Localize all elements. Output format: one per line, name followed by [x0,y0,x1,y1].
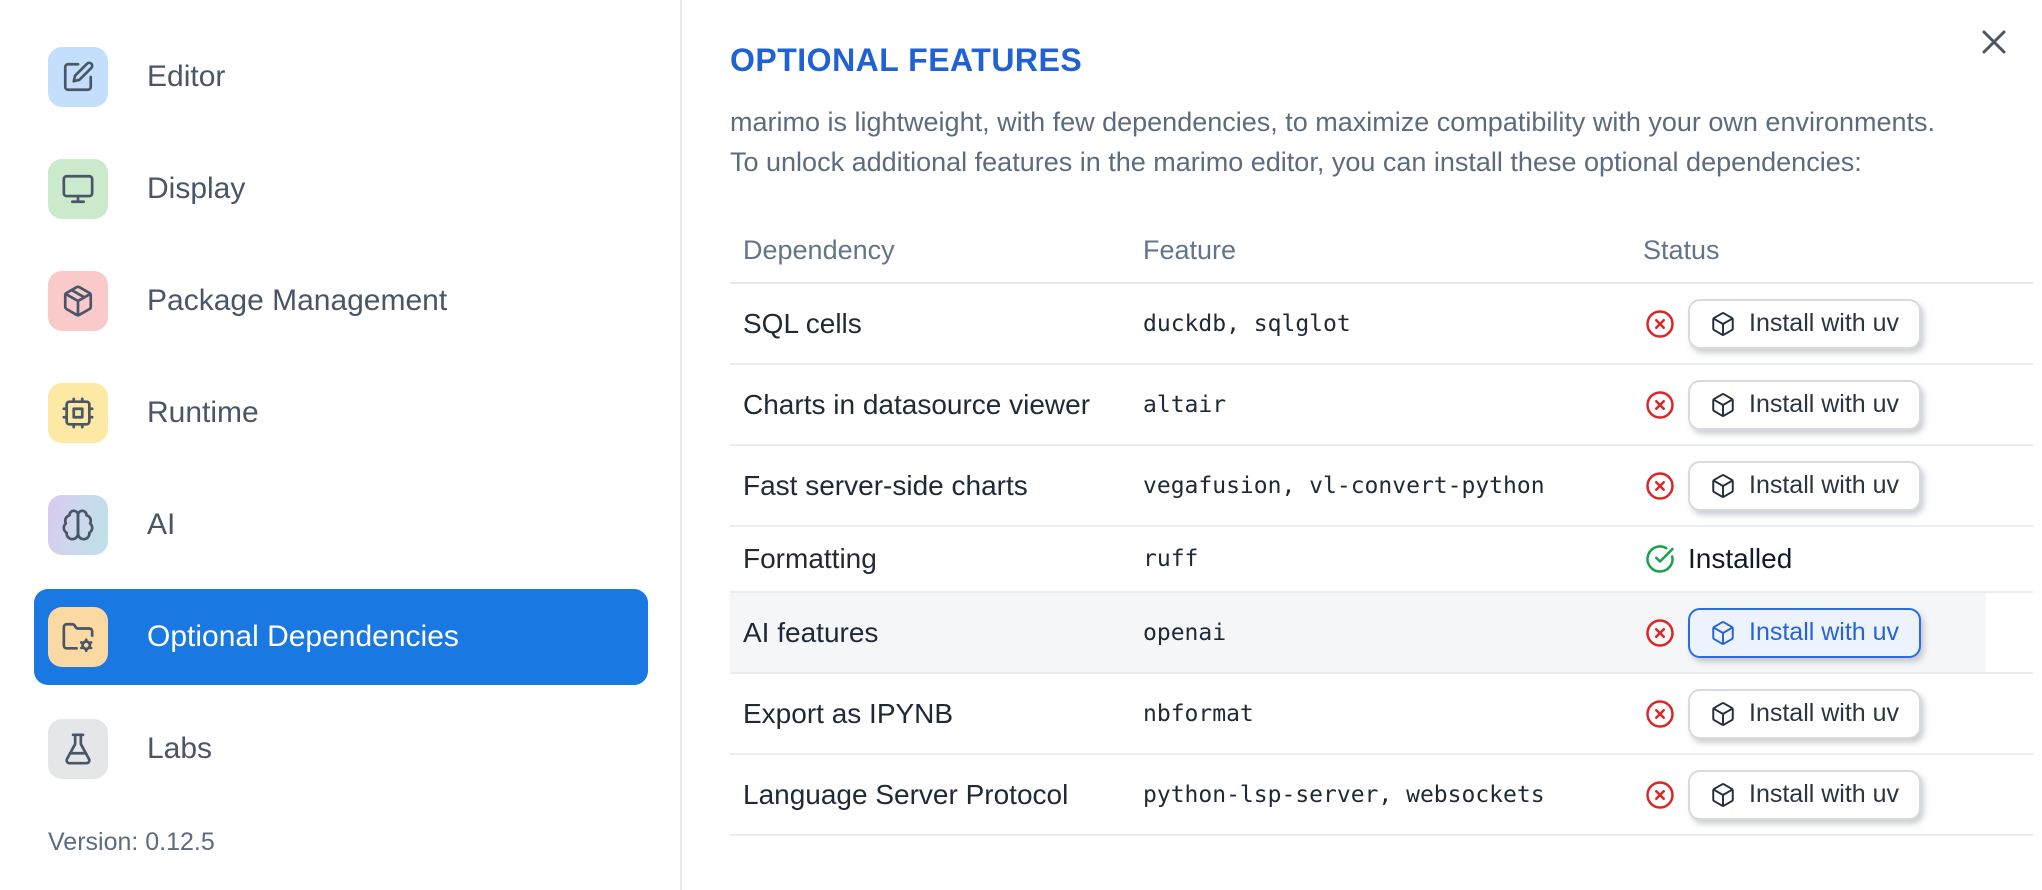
flask-icon [65,733,91,765]
sidebar-item-editor[interactable]: Editor [34,29,648,125]
sidebar-item-label: Package Management [147,284,448,317]
sidebar-item-labs[interactable]: Labs [34,701,648,797]
install-button-label: Install with uv [1749,699,1900,727]
sidebar-item-package-management[interactable]: Package Management [34,253,648,349]
panel-description: marimo is lightweight, with few dependen… [730,102,2042,182]
dependency-name: Fast server-side charts [743,469,1028,501]
install-button-label: Install with uv [1749,309,1900,337]
installed-check-icon [1645,544,1675,574]
settings-dialog: Editor Display Package Management Runtim… [0,0,2042,890]
close-button[interactable] [1972,20,2016,64]
editor-tile [48,47,108,107]
install-with-uv-button[interactable]: Install with uv [1688,298,1922,349]
ai-tile [48,495,108,555]
install-button-label: Install with uv [1749,780,1900,808]
package-icon [1712,782,1734,807]
column-header-dependency: Dependency [743,234,895,265]
package-icon [1712,620,1734,645]
status-cell: Install with uv [1630,460,2033,511]
monitor-icon [62,174,94,204]
sidebar-item-label: Runtime [147,396,259,429]
column-header-feature: Feature [1143,234,1237,265]
version-label: Version: 0.12.5 [48,828,215,856]
status-cell: Install with uv [1630,688,2033,739]
dependency-name: Export as IPYNB [743,697,954,729]
optional-dependencies-tile [48,607,108,667]
status-cell: Install with uv [1630,769,2033,820]
sidebar-item-label: Optional Dependencies [147,620,459,653]
not-installed-icon [1645,390,1675,420]
status-cell: Installed [1630,543,2033,575]
table-row: Charts in datasource viewer altair Insta… [730,365,2033,446]
package-tile [48,271,108,331]
install-with-uv-button[interactable]: Install with uv [1688,379,1922,430]
package-icon [1712,392,1734,417]
sidebar-item-label: AI [147,508,176,541]
not-installed-icon [1645,309,1675,339]
sidebar-item-optional-dependencies[interactable]: Optional Dependencies [34,589,648,685]
not-installed-icon [1645,618,1675,648]
description-line-2: To unlock additional features in the mar… [730,147,1862,177]
folder-cog-icon [62,622,94,653]
close-icon [1982,30,2006,54]
edit-icon [63,61,94,92]
settings-sidebar: Editor Display Package Management Runtim… [0,0,682,890]
table-header: Dependency Feature Status [730,218,2033,284]
feature-packages: python-lsp-server, websockets [1143,781,1545,808]
feature-packages: openai [1143,619,1227,646]
feature-packages: ruff [1143,546,1199,572]
install-with-uv-button-focused[interactable]: Install with uv [1688,607,1922,658]
install-button-label: Install with uv [1749,390,1900,418]
dependencies-table: Dependency Feature Status SQL cells duck… [730,218,2033,836]
install-with-uv-button[interactable]: Install with uv [1688,769,1922,820]
sidebar-item-display[interactable]: Display [34,141,648,237]
page-title: OPTIONAL FEATURES [730,42,1083,78]
not-installed-icon [1645,471,1675,501]
labs-tile [48,719,108,779]
feature-packages: altair [1143,391,1227,418]
status-cell: Install with uv [1630,379,2033,430]
sidebar-item-label: Display [147,172,246,205]
table-row: Export as IPYNB nbformat Install with uv [730,674,2033,755]
dependency-name: SQL cells [743,307,862,339]
package-icon [1712,701,1734,726]
installed-status-label: Installed [1688,543,1793,574]
install-with-uv-button[interactable]: Install with uv [1688,460,1922,511]
package-icon [1712,311,1734,336]
install-button-label: Install with uv [1749,618,1900,646]
not-installed-icon [1645,699,1675,729]
optional-features-panel: OPTIONAL FEATURES marimo is lightweight,… [682,0,2042,890]
runtime-tile [48,383,108,443]
install-with-uv-button[interactable]: Install with uv [1688,688,1922,739]
dependency-name: Formatting [743,543,877,574]
sidebar-item-runtime[interactable]: Runtime [34,365,648,461]
package-icon [1712,473,1734,498]
status-cell: Install with uv [1630,607,2033,658]
table-row: Formatting ruff Installed [730,527,2033,593]
display-tile [48,159,108,219]
brain-icon [62,509,94,541]
table-row: AI features openai Install with uv [730,593,2033,674]
status-cell: Install with uv [1630,298,2033,349]
dependency-name: AI features [743,616,879,648]
column-header-status: Status [1643,234,1720,265]
description-line-1: marimo is lightweight, with few dependen… [730,107,1936,137]
feature-packages: nbformat [1143,700,1254,727]
table-row: Language Server Protocol python-lsp-serv… [730,755,2033,836]
table-row: SQL cells duckdb, sqlglot Install with u… [730,284,2033,365]
package-icon [63,285,93,317]
not-installed-icon [1645,780,1675,810]
dependency-name: Language Server Protocol [743,778,1069,810]
sidebar-item-label: Editor [147,60,226,93]
feature-packages: duckdb, sqlglot [1143,310,1351,337]
feature-packages: vegafusion, vl-convert-python [1143,472,1545,499]
cpu-icon [62,397,94,429]
dependency-name: Charts in datasource viewer [743,388,1091,420]
table-row: Fast server-side charts vegafusion, vl-c… [730,446,2033,527]
install-button-label: Install with uv [1749,471,1900,499]
sidebar-item-label: Labs [147,732,213,765]
sidebar-item-ai[interactable]: AI [34,477,648,573]
